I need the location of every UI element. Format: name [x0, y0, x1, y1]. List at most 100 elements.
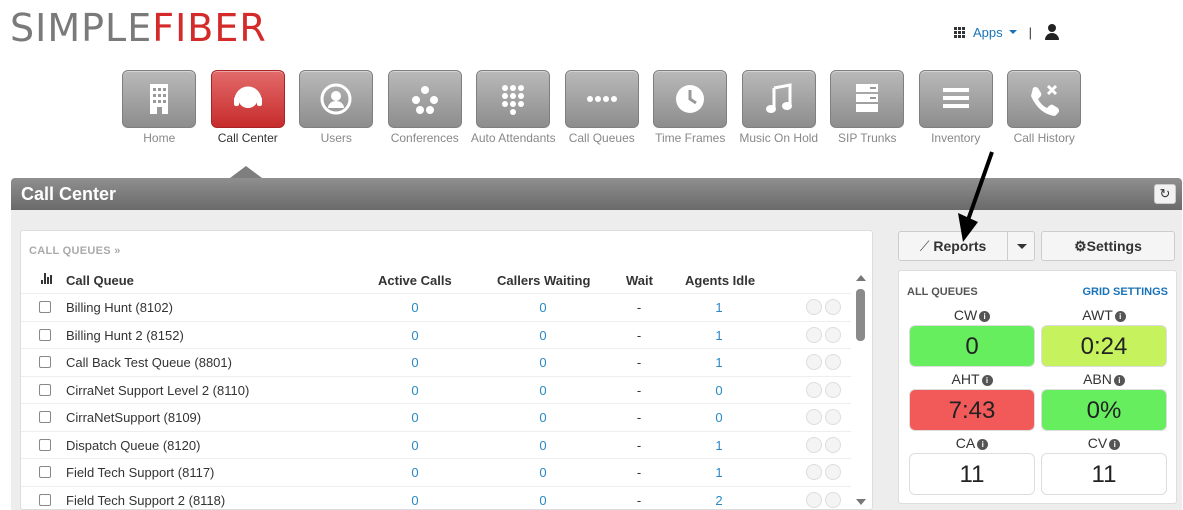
stat-ca[interactable]: CA i 11	[909, 435, 1035, 495]
active-calls-value[interactable]: 0	[395, 465, 435, 480]
table-row[interactable]: Billing Hunt 2 (8152) 0 0 - 1	[21, 320, 851, 348]
row-checkbox[interactable]	[39, 493, 51, 506]
nav-tile[interactable]	[1007, 70, 1082, 128]
nav-tile[interactable]	[476, 70, 551, 128]
agent-icon[interactable]	[806, 436, 822, 453]
active-calls-value[interactable]: 0	[395, 383, 435, 398]
nav-item-call-queues[interactable]: Call Queues	[558, 70, 647, 146]
nav-item-auto-attendants[interactable]: Auto Attendants	[469, 70, 558, 146]
nav-tile[interactable]	[122, 70, 197, 128]
block-icon[interactable]	[825, 409, 841, 425]
grid-settings-link[interactable]: GRID SETTINGS	[1082, 286, 1168, 298]
callers-waiting-value[interactable]: 0	[523, 438, 563, 453]
active-calls-value[interactable]: 0	[395, 300, 435, 315]
callers-waiting-value[interactable]: 0	[523, 493, 563, 508]
active-calls-value[interactable]: 0	[395, 438, 435, 453]
agent-icon[interactable]	[806, 491, 822, 508]
user-profile-icon[interactable]	[1044, 24, 1060, 40]
nav-tile[interactable]	[918, 70, 993, 128]
block-icon[interactable]	[825, 326, 841, 343]
nav-item-music-on-hold[interactable]: Music On Hold	[735, 70, 824, 146]
agent-icon[interactable]	[806, 326, 822, 343]
table-row[interactable]: CirraNetSupport (8109) 0 0 - 0	[21, 403, 851, 430]
nav-tile[interactable]	[653, 70, 728, 128]
queue-name[interactable]: CirraNetSupport (8109)	[66, 410, 201, 425]
callers-waiting-value[interactable]: 0	[523, 465, 563, 480]
block-icon[interactable]	[825, 436, 841, 453]
row-checkbox[interactable]	[39, 301, 51, 313]
block-icon[interactable]	[825, 381, 841, 398]
table-row[interactable]: Dispatch Queue (8120) 0 0 - 1	[21, 430, 851, 458]
info-icon[interactable]: i	[981, 375, 993, 386]
info-icon[interactable]: i	[1109, 439, 1121, 450]
agents-idle-value[interactable]: 0	[699, 383, 739, 398]
row-checkbox[interactable]	[39, 356, 51, 368]
queue-scrollbar[interactable]	[855, 271, 867, 509]
queue-name[interactable]: Billing Hunt 2 (8152)	[66, 328, 184, 343]
block-icon[interactable]	[825, 299, 841, 315]
agents-idle-value[interactable]: 2	[699, 493, 739, 508]
agents-idle-value[interactable]: 0	[699, 410, 739, 425]
agents-idle-value[interactable]: 1	[699, 328, 739, 343]
apps-menu-button[interactable]: Apps	[973, 25, 1003, 40]
callers-waiting-value[interactable]: 0	[523, 300, 563, 315]
active-calls-value[interactable]: 0	[395, 410, 435, 425]
nav-item-users[interactable]: Users	[292, 70, 381, 146]
callers-waiting-value[interactable]: 0	[523, 355, 563, 370]
callers-waiting-value[interactable]: 0	[523, 410, 563, 425]
nav-item-conferences[interactable]: Conferences	[381, 70, 470, 146]
queue-name[interactable]: CirraNet Support Level 2 (8110)	[66, 383, 249, 398]
active-calls-value[interactable]: 0	[395, 328, 435, 343]
agent-icon[interactable]	[806, 354, 822, 370]
block-icon[interactable]	[825, 354, 841, 370]
reports-dropdown-toggle[interactable]	[1007, 231, 1035, 261]
nav-item-inventory[interactable]: Inventory	[912, 70, 1001, 146]
queue-name[interactable]: Call Back Test Queue (8801)	[66, 355, 232, 370]
stat-cw[interactable]: CW i 0	[909, 307, 1035, 367]
col-active-calls[interactable]: Active Calls	[378, 273, 452, 288]
nav-tile[interactable]	[830, 70, 905, 128]
agent-icon[interactable]	[806, 409, 822, 425]
block-icon[interactable]	[825, 491, 841, 508]
queue-name[interactable]: Field Tech Support 2 (8118)	[66, 493, 225, 508]
agents-idle-value[interactable]: 1	[699, 355, 739, 370]
info-icon[interactable]: i	[979, 311, 991, 322]
settings-button[interactable]: ⚙Settings	[1041, 231, 1175, 261]
agents-idle-value[interactable]: 1	[699, 300, 739, 315]
callers-waiting-value[interactable]: 0	[523, 383, 563, 398]
col-agents-idle[interactable]: Agents Idle	[685, 273, 755, 288]
agents-idle-value[interactable]: 1	[699, 465, 739, 480]
stat-cv[interactable]: CV i 11	[1041, 435, 1167, 495]
agent-icon[interactable]	[806, 381, 822, 398]
nav-tile[interactable]	[387, 70, 462, 128]
nav-tile[interactable]	[299, 70, 374, 128]
nav-item-home[interactable]: Home	[115, 70, 204, 146]
bar-chart-icon[interactable]	[41, 273, 52, 284]
stat-abn[interactable]: ABN i 0%	[1041, 371, 1167, 431]
table-row[interactable]: Billing Hunt (8102) 0 0 - 1	[21, 293, 851, 320]
row-checkbox[interactable]	[39, 438, 51, 451]
reports-button[interactable]: ⟋ Reports	[898, 231, 1008, 261]
refresh-button[interactable]: ↻	[1154, 184, 1176, 204]
block-icon[interactable]	[825, 464, 841, 480]
table-row[interactable]: Field Tech Support (8117) 0 0 - 1	[21, 458, 851, 485]
queue-name[interactable]: Dispatch Queue (8120)	[66, 438, 200, 453]
table-row[interactable]: CirraNet Support Level 2 (8110) 0 0 - 0	[21, 375, 851, 403]
queue-name[interactable]: Field Tech Support (8117)	[66, 465, 214, 480]
col-wait[interactable]: Wait	[626, 273, 653, 288]
agent-icon[interactable]	[806, 299, 822, 315]
info-icon[interactable]: i	[1114, 311, 1126, 322]
stat-aht[interactable]: AHT i 7:43	[909, 371, 1035, 431]
info-icon[interactable]: i	[1113, 375, 1125, 386]
nav-item-time-frames[interactable]: Time Frames	[646, 70, 735, 146]
nav-tile[interactable]	[210, 70, 285, 128]
call-queues-section-title[interactable]: CALL QUEUES »	[29, 245, 121, 257]
nav-tile[interactable]	[741, 70, 816, 128]
active-calls-value[interactable]: 0	[395, 493, 435, 508]
scroll-thumb[interactable]	[856, 289, 865, 341]
scroll-up-arrow[interactable]	[856, 275, 866, 281]
brand-logo[interactable]: SIMPLEFIBER	[10, 6, 267, 50]
table-row[interactable]: Call Back Test Queue (8801) 0 0 - 1	[21, 348, 851, 375]
row-checkbox[interactable]	[39, 328, 51, 341]
stat-awt[interactable]: AWT i 0:24	[1041, 307, 1167, 367]
